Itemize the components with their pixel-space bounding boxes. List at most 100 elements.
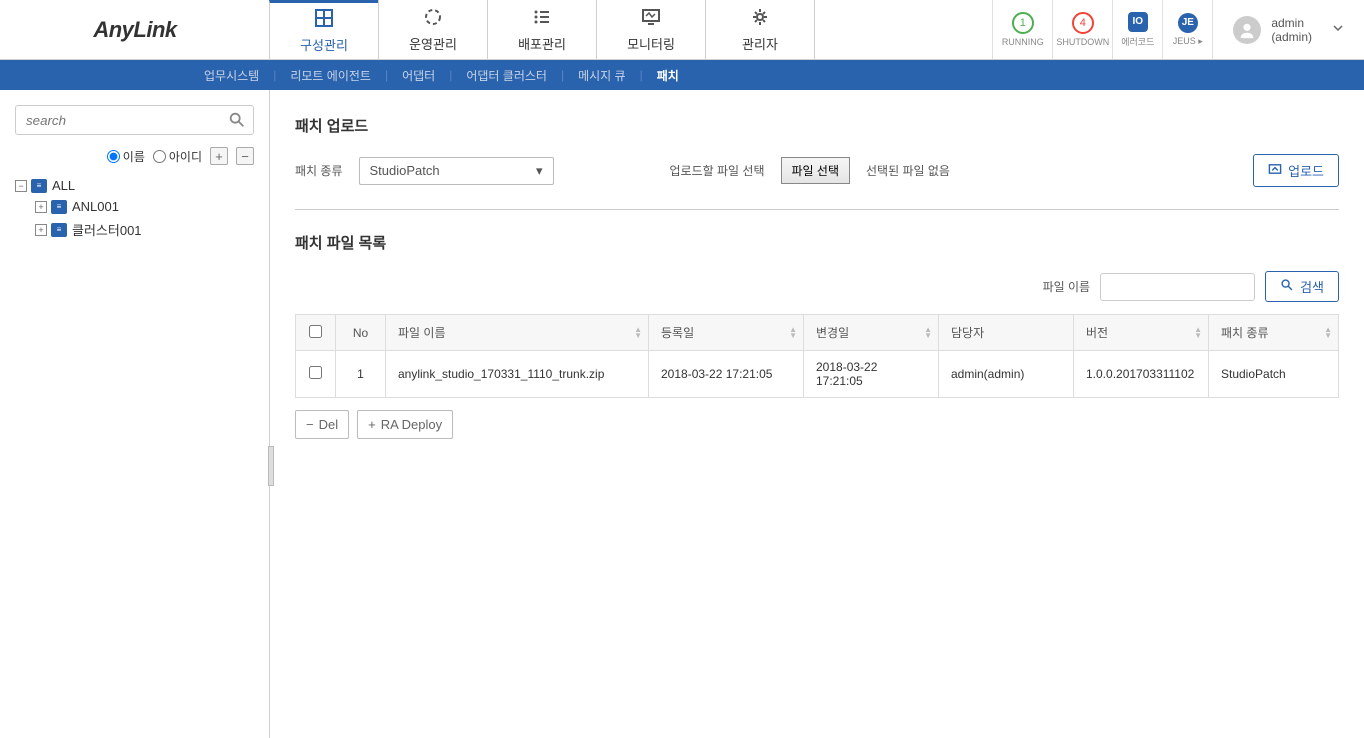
jeus-icon: JE <box>1178 13 1198 33</box>
tree-item-label: 클러스터001 <box>72 220 142 239</box>
minus-icon: − <box>306 417 314 432</box>
patch-table: No 파일 이름▲▼ 등록일▲▼ 변경일▲▼ 담당자 버전▲▼ 패치 종류▲▼ … <box>295 314 1339 398</box>
chevron-down-icon <box>1332 22 1344 37</box>
file-name-search-label: 파일 이름 <box>1043 278 1091 295</box>
ra-deploy-button-label: RA Deploy <box>381 417 442 432</box>
jeus-button[interactable]: JE JEUS ▸ <box>1162 0 1212 59</box>
nav-tab-operation[interactable]: 운영관리 <box>378 0 488 59</box>
nav-tab-monitoring[interactable]: 모니터링 <box>596 0 706 59</box>
tree-item-label: ANL001 <box>72 199 119 214</box>
subnav-bizsystem[interactable]: 업무시스템 <box>190 67 273 84</box>
nav-tab-label: 관리자 <box>742 34 778 53</box>
sort-icon: ▲▼ <box>789 327 797 339</box>
th-owner[interactable]: 담당자 <box>939 315 1074 351</box>
delete-button-label: Del <box>319 417 339 432</box>
patch-type-select[interactable]: StudioPatch ▾ <box>359 157 554 185</box>
radio-id[interactable]: 아이디 <box>153 148 202 165</box>
subnav-adaptercluster[interactable]: 어댑터 클러스터 <box>452 67 561 84</box>
user-sub: (admin) <box>1271 30 1312 44</box>
gear-icon <box>750 7 770 30</box>
list-section-title: 패치 파일 목록 <box>295 232 1339 253</box>
cell-no: 1 <box>336 351 386 398</box>
select-all-checkbox[interactable] <box>309 325 322 338</box>
sidebar-search-input[interactable] <box>15 105 254 135</box>
th-version[interactable]: 버전▲▼ <box>1074 315 1209 351</box>
tree-toggle-icon[interactable]: + <box>35 224 47 236</box>
status-running[interactable]: 1 RUNNING <box>992 0 1052 59</box>
running-label: RUNNING <box>1002 37 1044 47</box>
subnav-messagequeue[interactable]: 메시지 큐 <box>564 67 640 84</box>
table-row[interactable]: 1 anylink_studio_170331_1110_trunk.zip 2… <box>296 351 1339 398</box>
tree-folder-icon: ≡ <box>51 200 67 214</box>
sub-nav: 업무시스템| 리모트 에이전트| 어댑터| 어댑터 클러스터| 메시지 큐| 패… <box>0 60 1364 90</box>
th-filename[interactable]: 파일 이름▲▼ <box>386 315 649 351</box>
sort-icon: ▲▼ <box>924 327 932 339</box>
tree: − ≡ ALL + ≡ ANL001 + ≡ 클러스터001 <box>15 175 254 242</box>
search-button-label: 검색 <box>1300 277 1324 296</box>
upload-icon <box>1268 162 1282 179</box>
delete-button[interactable]: − Del <box>295 410 349 439</box>
file-select-button[interactable]: 파일 선택 <box>781 157 851 184</box>
nav-tab-label: 배포관리 <box>518 34 566 53</box>
file-select-label: 업로드할 파일 선택 <box>670 162 765 179</box>
tree-root-label: ALL <box>52 178 75 193</box>
file-none-text: 선택된 파일 없음 <box>866 162 950 179</box>
plus-icon: + <box>368 417 376 432</box>
row-checkbox[interactable] <box>309 366 322 379</box>
avatar-icon <box>1233 16 1261 44</box>
errorcode-label: 에러코드 <box>1121 35 1154 48</box>
errorcode-icon: IO <box>1128 12 1148 32</box>
spinner-icon <box>423 7 443 30</box>
upload-section-title: 패치 업로드 <box>295 115 1339 136</box>
user-name: admin <box>1271 16 1312 30</box>
th-regdate[interactable]: 등록일▲▼ <box>649 315 804 351</box>
search-button[interactable]: 검색 <box>1265 271 1339 302</box>
running-count: 1 <box>1012 12 1034 34</box>
subnav-patch[interactable]: 패치 <box>643 67 693 84</box>
tree-item[interactable]: + ≡ ANL001 <box>35 196 254 217</box>
subnav-adapter[interactable]: 어댑터 <box>388 67 449 84</box>
th-no[interactable]: No <box>336 315 386 351</box>
user-menu[interactable]: admin (admin) <box>1212 0 1364 59</box>
grid-icon <box>314 8 334 31</box>
nav-tab-label: 구성관리 <box>300 35 348 54</box>
errorcode-button[interactable]: IO 에러코드 <box>1112 0 1162 59</box>
splitter-handle[interactable] <box>268 446 274 486</box>
upload-button[interactable]: 업로드 <box>1253 154 1339 187</box>
tree-toggle-icon[interactable]: − <box>15 180 27 192</box>
nav-tab-config[interactable]: 구성관리 <box>269 0 379 59</box>
patch-type-value: StudioPatch <box>370 163 440 178</box>
app-logo: AnyLink <box>0 0 270 59</box>
sort-icon: ▲▼ <box>634 327 642 339</box>
list-icon <box>532 7 552 30</box>
shutdown-count: 4 <box>1072 12 1094 34</box>
file-name-search-input[interactable] <box>1100 273 1255 301</box>
monitor-icon <box>641 7 661 30</box>
search-icon <box>1280 278 1294 295</box>
cell-moddate: 2018-03-22 17:21:05 <box>804 351 939 398</box>
nav-tab-label: 모니터링 <box>627 34 675 53</box>
nav-tab-deploy[interactable]: 배포관리 <box>487 0 597 59</box>
ra-deploy-button[interactable]: + RA Deploy <box>357 410 453 439</box>
status-shutdown[interactable]: 4 SHUTDOWN <box>1052 0 1112 59</box>
tree-expand-button[interactable]: + <box>210 147 228 165</box>
th-moddate[interactable]: 변경일▲▼ <box>804 315 939 351</box>
patch-type-label: 패치 종류 <box>295 162 343 179</box>
sort-icon: ▲▼ <box>1194 327 1202 339</box>
jeus-label: JEUS ▸ <box>1173 36 1203 47</box>
nav-tab-admin[interactable]: 관리자 <box>705 0 815 59</box>
tree-folder-icon: ≡ <box>31 179 47 193</box>
tree-toggle-icon[interactable]: + <box>35 201 47 213</box>
radio-name[interactable]: 이름 <box>107 148 145 165</box>
tree-item[interactable]: + ≡ 클러스터001 <box>35 217 254 242</box>
tree-collapse-button[interactable]: − <box>236 147 254 165</box>
subnav-remoteagent[interactable]: 리모트 에이전트 <box>276 67 385 84</box>
upload-button-label: 업로드 <box>1288 161 1324 180</box>
cell-type: StudioPatch <box>1209 351 1339 398</box>
main-nav: 구성관리 운영관리 배포관리 모니터링 관리자 <box>270 0 815 59</box>
content: 패치 업로드 패치 종류 StudioPatch ▾ 업로드할 파일 선택 파일… <box>270 90 1364 738</box>
sort-icon: ▲▼ <box>1324 327 1332 339</box>
tree-root[interactable]: − ≡ ALL <box>15 175 254 196</box>
search-icon[interactable] <box>228 111 246 132</box>
th-type[interactable]: 패치 종류▲▼ <box>1209 315 1339 351</box>
